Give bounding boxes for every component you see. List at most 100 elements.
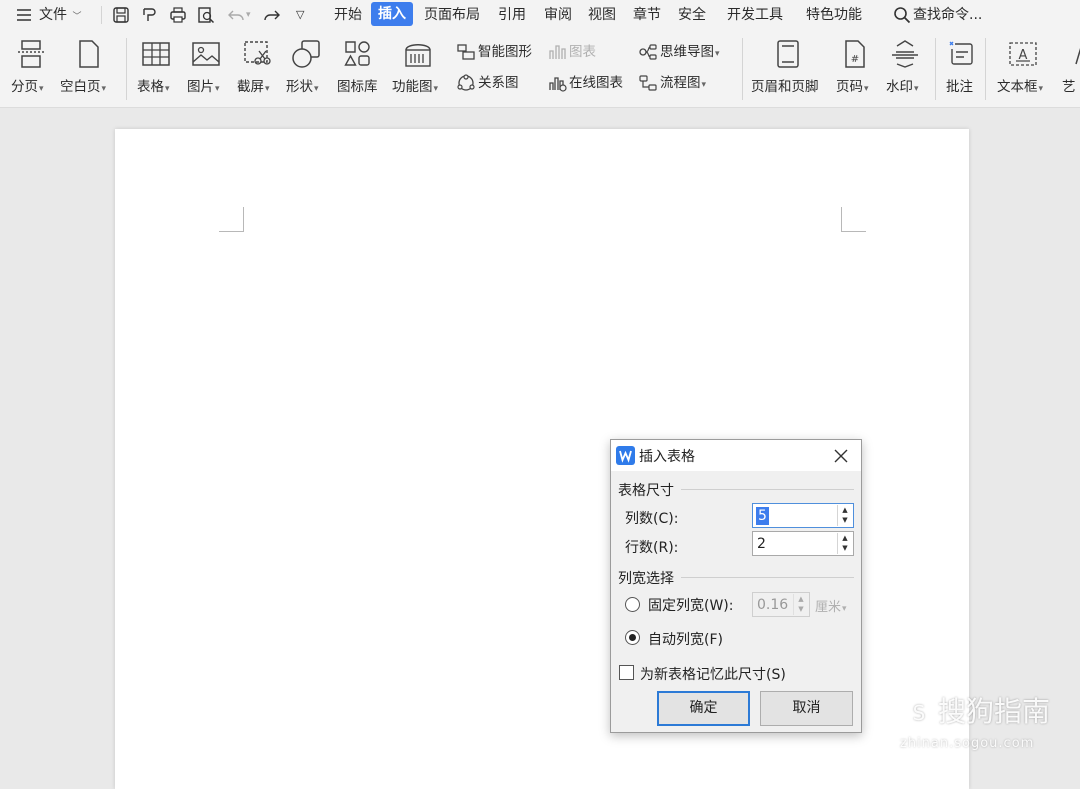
screenshot-icon[interactable] xyxy=(242,38,272,70)
format-painter-icon[interactable] xyxy=(139,5,159,25)
svg-text:#: # xyxy=(851,54,859,65)
dialog-title: 插入表格 xyxy=(639,449,695,465)
remember-size-label[interactable]: 为新表格记忆此尺寸(S) xyxy=(640,664,786,684)
customize-toolbar-icon[interactable]: ▽ xyxy=(296,0,304,30)
header-footer-button[interactable]: 页眉和页脚 xyxy=(751,75,819,95)
menu-bar: 文件 ﹀ ▾ ▽ 开始 插入 页面布局 引用 审阅 视图 章节 安全 开发工具 … xyxy=(0,0,1080,30)
blank-page-button[interactable]: 空白页▾ xyxy=(60,75,106,95)
file-menu[interactable]: 文件 ﹀ xyxy=(39,0,81,30)
chart-icon xyxy=(549,45,566,59)
columns-label: 列数(C): xyxy=(625,511,679,527)
auto-width-label[interactable]: 自动列宽(F) xyxy=(648,629,723,649)
insert-table-dialog: 插入表格 表格尺寸 列数(C): 5 ▲▼ 行数(R): ▲▼ 列宽选择 固定列… xyxy=(610,439,862,733)
page-break-button[interactable]: 分页▾ xyxy=(11,75,44,95)
divider xyxy=(985,38,986,100)
ok-button[interactable]: 确定 xyxy=(657,691,750,726)
blank-page-icon[interactable] xyxy=(74,38,104,70)
sogou-logo-icon: S xyxy=(902,696,936,730)
spin-up-icon[interactable]: ▲ xyxy=(838,505,852,515)
cancel-button[interactable]: 取消 xyxy=(760,691,853,726)
flowchart-icon xyxy=(639,75,657,91)
tab-home[interactable]: 开始 xyxy=(334,0,362,30)
spin-down-icon[interactable]: ▼ xyxy=(838,543,852,553)
picture-button[interactable]: 图片▾ xyxy=(187,75,220,95)
tab-section[interactable]: 章节 xyxy=(633,0,661,30)
textbox-icon[interactable]: A xyxy=(1008,38,1038,70)
function-chart-button[interactable]: 功能图▾ xyxy=(392,75,438,95)
tab-security[interactable]: 安全 xyxy=(678,0,706,30)
print-icon[interactable] xyxy=(168,5,188,25)
mind-map-icon xyxy=(639,44,657,60)
fixed-width-spinbox: ▲▼ xyxy=(752,592,810,617)
online-chart-button[interactable]: 在线图表 xyxy=(547,73,623,93)
textbox-button[interactable]: 文本框▾ xyxy=(997,75,1043,95)
close-icon[interactable] xyxy=(831,446,851,466)
tab-review[interactable]: 审阅 xyxy=(544,0,572,30)
tab-references[interactable]: 引用 xyxy=(498,0,526,30)
shapes-button[interactable]: 形状▾ xyxy=(286,75,319,95)
screenshot-button[interactable]: 截屏▾ xyxy=(237,75,270,95)
spin-up-icon[interactable]: ▲ xyxy=(838,533,852,543)
table-button[interactable]: 表格▾ xyxy=(137,75,170,95)
rows-spinbox[interactable]: ▲▼ xyxy=(752,531,854,556)
divider xyxy=(742,38,743,100)
tab-developer[interactable]: 开发工具 xyxy=(727,0,783,30)
rows-input[interactable] xyxy=(755,534,833,553)
comment-button[interactable]: 批注 xyxy=(946,75,973,95)
column-width-group-label: 列宽选择 xyxy=(618,571,674,587)
watermark-url: zhinan.sogou.com xyxy=(900,736,1035,751)
art-text-icon[interactable] xyxy=(1068,38,1080,70)
table-size-group-label: 表格尺寸 xyxy=(618,483,674,499)
header-footer-icon[interactable] xyxy=(773,38,803,70)
tab-insert[interactable]: 插入 xyxy=(371,2,413,26)
table-icon[interactable] xyxy=(141,38,171,70)
tab-page-layout[interactable]: 页面布局 xyxy=(424,0,480,30)
unit-dropdown: 厘米▾ xyxy=(815,600,847,615)
tab-features[interactable]: 特色功能 xyxy=(806,0,862,30)
page-number-icon[interactable]: # xyxy=(840,38,870,70)
save-icon[interactable] xyxy=(111,5,131,25)
fixed-width-label[interactable]: 固定列宽(W): xyxy=(648,595,733,615)
icon-library-icon[interactable] xyxy=(343,38,373,70)
art-text-button[interactable]: 艺 xyxy=(1062,75,1076,95)
undo-dropdown-icon[interactable]: ▾ xyxy=(246,0,251,30)
tab-view[interactable]: 视图 xyxy=(588,0,616,30)
watermark-icon[interactable] xyxy=(890,38,920,70)
redo-icon[interactable] xyxy=(262,5,282,25)
columns-spinbox[interactable]: 5 ▲▼ xyxy=(752,503,854,528)
fixed-width-radio[interactable] xyxy=(625,597,640,612)
print-preview-icon[interactable] xyxy=(196,5,216,25)
hamburger-menu-icon[interactable] xyxy=(14,5,34,25)
page-break-icon[interactable] xyxy=(16,38,46,70)
chart-button[interactable]: 图表 xyxy=(547,42,596,62)
remember-size-checkbox[interactable] xyxy=(619,665,634,680)
columns-spin-buttons[interactable]: ▲ ▼ xyxy=(837,505,852,526)
icon-library-button[interactable]: 图标库 xyxy=(337,75,378,95)
rows-spin-buttons[interactable]: ▲ ▼ xyxy=(837,533,852,554)
divider xyxy=(126,38,127,100)
command-search[interactable]: 查找命令... xyxy=(913,0,982,30)
group-divider xyxy=(681,489,854,490)
mind-map-button[interactable]: 思维导图▾ xyxy=(638,42,720,62)
columns-selected-text: 5 xyxy=(756,507,769,525)
watermark-button[interactable]: 水印▾ xyxy=(886,75,919,95)
auto-width-radio[interactable] xyxy=(625,630,640,645)
function-chart-icon[interactable] xyxy=(403,38,433,70)
flowchart-button[interactable]: 流程图▾ xyxy=(638,73,706,93)
smart-graphic-button[interactable]: 智能图形 xyxy=(456,42,532,62)
fixed-width-spin-buttons: ▲ ▼ xyxy=(793,594,808,615)
spin-down-icon[interactable]: ▼ xyxy=(838,515,852,525)
shapes-icon[interactable] xyxy=(290,38,322,70)
comment-icon[interactable] xyxy=(946,38,976,70)
rows-label: 行数(R): xyxy=(625,540,679,556)
undo-icon[interactable] xyxy=(226,5,246,25)
dialog-titlebar[interactable]: 插入表格 xyxy=(611,440,861,471)
online-chart-icon xyxy=(549,77,567,92)
margin-mark-top-left xyxy=(219,207,244,232)
relation-chart-button[interactable]: 关系图 xyxy=(456,73,519,93)
page-number-button[interactable]: 页码▾ xyxy=(836,75,869,95)
picture-icon[interactable] xyxy=(191,38,221,70)
divider xyxy=(101,6,102,24)
group-divider xyxy=(681,577,854,578)
smart-graphic-icon xyxy=(457,44,475,60)
